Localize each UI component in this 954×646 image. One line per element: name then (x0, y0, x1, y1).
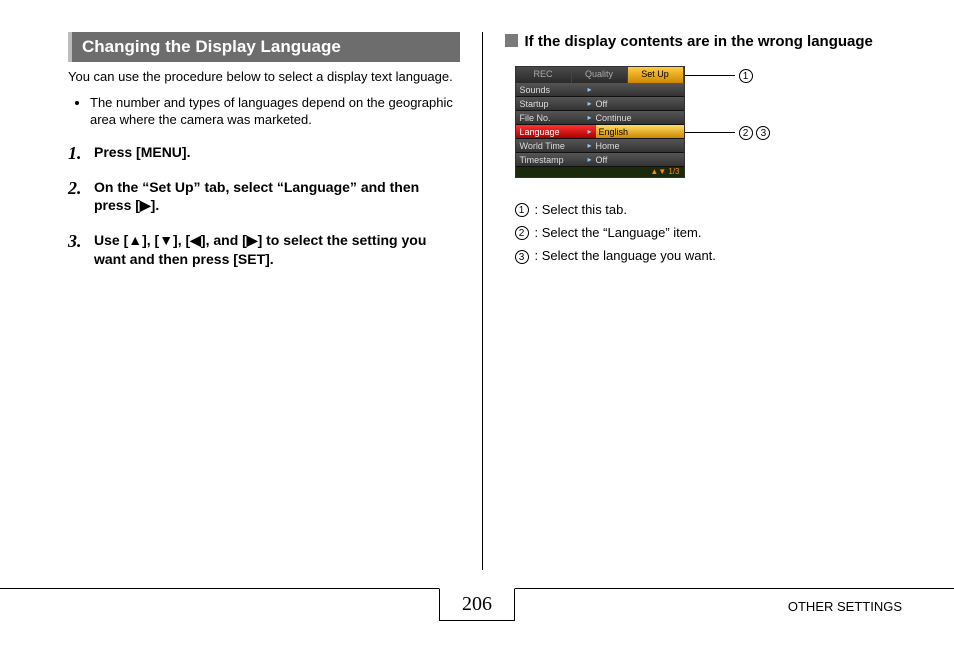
row-label: Language (516, 125, 584, 138)
screen-tab: Quality (572, 67, 628, 83)
step-list: Press [MENU]. On the “Set Up” tab, selec… (68, 143, 460, 269)
screen-row: Startup ▸ Off (516, 97, 684, 111)
step-item: On the “Set Up” tab, select “Language” a… (68, 178, 460, 216)
note-list: The number and types of languages depend… (68, 94, 460, 129)
row-label: Timestamp (516, 153, 584, 166)
row-label: File No. (516, 111, 584, 124)
screen-tab-active: Set Up (628, 67, 684, 83)
legend-number-icon: 3 (515, 250, 529, 264)
legend-number-icon: 2 (515, 226, 529, 240)
screen-row: File No. ▸ Continue (516, 111, 684, 125)
screen-row: Sounds ▸ (516, 83, 684, 97)
screen-row-highlighted: Language ▸ English (516, 125, 684, 139)
callout-line (685, 132, 735, 133)
step-item: Use [▲], [▼], [◀], and [▶] to select the… (68, 231, 460, 269)
row-arrow-icon: ▸ (584, 111, 596, 124)
callout-line (685, 75, 735, 76)
row-label: Startup (516, 97, 584, 110)
page-footer: 206 OTHER SETTINGS (0, 588, 954, 632)
row-label: World Time (516, 139, 584, 152)
camera-screen: REC Quality Set Up Sounds ▸ Startup ▸ Of… (515, 66, 685, 178)
row-arrow-icon: ▸ (584, 139, 596, 152)
row-label: Sounds (516, 83, 584, 96)
row-arrow-icon: ▸ (584, 83, 596, 96)
row-value (596, 83, 684, 96)
row-arrow-icon: ▸ (584, 97, 596, 110)
row-value: Home (596, 139, 684, 152)
row-value: English (596, 125, 684, 138)
intro-text: You can use the procedure below to selec… (68, 68, 460, 86)
screen-tab: REC (516, 67, 572, 83)
screen-tabs: REC Quality Set Up (516, 67, 684, 83)
row-value: Off (596, 153, 684, 166)
row-arrow-icon: ▸ (584, 153, 596, 166)
legend-number-icon: 1 (515, 203, 529, 217)
footer-section-label: OTHER SETTINGS (788, 599, 902, 614)
legend-text: : Select this tab. (535, 198, 628, 221)
legend-row: 2 : Select the “Language” item. (515, 221, 897, 244)
legend-row: 3 : Select the language you want. (515, 244, 897, 267)
legend-row: 1 : Select this tab. (515, 198, 897, 221)
row-arrow-icon: ▸ (584, 125, 596, 138)
screen-page-indicator: ▲▼ 1/3 (516, 167, 684, 177)
section-heading: Changing the Display Language (68, 32, 460, 62)
row-value: Off (596, 97, 684, 110)
callout-number: 2 3 (739, 124, 771, 140)
callout-legend: 1 : Select this tab. 2 : Select the “Lan… (515, 198, 897, 268)
sub-heading: If the display contents are in the wrong… (505, 32, 897, 52)
note-item: The number and types of languages depend… (90, 94, 460, 129)
callout-number: 1 (739, 67, 753, 83)
camera-screenshot: REC Quality Set Up Sounds ▸ Startup ▸ Of… (515, 66, 835, 178)
legend-text: : Select the language you want. (535, 244, 716, 267)
right-column: If the display contents are in the wrong… (483, 32, 915, 570)
page-number: 206 (439, 588, 515, 621)
left-column: Changing the Display Language You can us… (68, 32, 483, 570)
row-value: Continue (596, 111, 684, 124)
page-body: Changing the Display Language You can us… (0, 0, 954, 570)
legend-text: : Select the “Language” item. (535, 221, 702, 244)
screen-row: World Time ▸ Home (516, 139, 684, 153)
screen-row: Timestamp ▸ Off (516, 153, 684, 167)
step-item: Press [MENU]. (68, 143, 460, 162)
